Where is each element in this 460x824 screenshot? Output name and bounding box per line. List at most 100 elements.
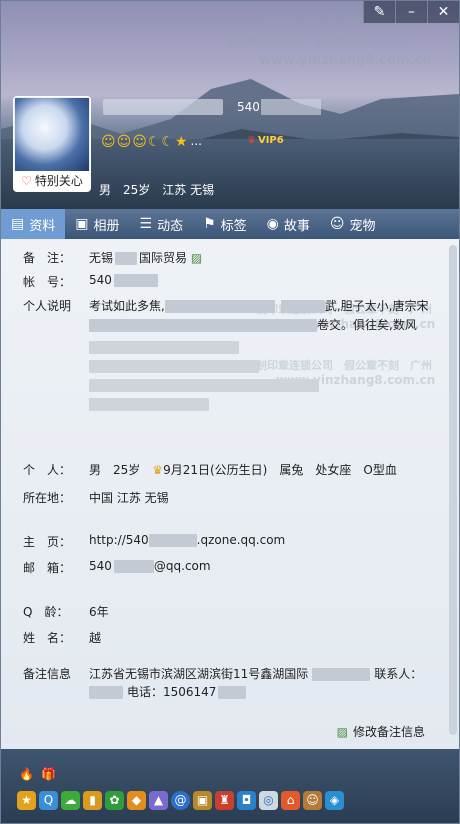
location-label: 所在地： [23,491,72,505]
profile-content: 制印章连锁公司 假公章不刻 广州 www.yinzhang8.com.cn 制印… [1,239,459,749]
shield-icon[interactable]: ◆ [127,791,146,810]
name-value: 越 [89,631,102,645]
personal-age: 25岁 [113,463,141,477]
watermark: www.yinzhang8.com.cn [259,53,432,68]
homepage-link[interactable]: http://540 .qzone.qq.com [89,533,285,550]
note-contact: 联系人： [374,667,423,681]
security-shield-icon[interactable]: ◈ [325,791,344,810]
remark-label: 备 注： [23,251,72,265]
tab-story[interactable]: ◉ 故事 [257,209,320,239]
location-value: 中国 江苏 无锡 [89,491,169,505]
account-label: 帐 号： [23,275,72,289]
desc-row: 个人说明 [23,297,89,314]
qzone-icon[interactable]: Q [39,791,58,810]
tab-feed[interactable]: ☰ 动态 [130,209,194,239]
redacted [89,686,123,699]
nickname-redacted [261,99,321,115]
nickname-redacted [103,99,223,115]
birthday-text: 9月21日(公历生日) [163,463,268,477]
basic-info: 男 25岁 江苏 无锡 [99,181,214,198]
sun-icon: ☺ [132,134,147,150]
tab-label: 宠物 [349,218,376,234]
castle-icon[interactable]: ♜ [215,791,234,810]
minimize-button[interactable]: – [395,1,427,23]
moon-icon: ☾ [147,134,161,150]
email-label: 邮 箱： [23,561,72,575]
vip-badge[interactable]: ♛ VIP6 [247,135,284,146]
name-row: 姓 名： 越 [23,629,101,646]
account-number: 540 [89,273,112,287]
watermark: 制印章连锁公司 假公章不刻 广州 [226,35,402,48]
favorite-button[interactable]: ♡ 特别关心 [14,171,90,191]
tab-label: 相册 [93,218,120,234]
edit-remark-icon[interactable]: ▨ [191,251,202,265]
redacted [280,300,325,313]
bookmark-icon: ⚑ [203,216,216,232]
edit-note-label: 修改备注信息 [352,725,425,739]
tab-label: 资料 [29,218,56,234]
feed-icon: ☰ [139,216,153,232]
profile-card-icon: ▤ [11,216,25,232]
tab-tags[interactable]: ⚑ 标签 [193,209,257,239]
remark-value: 无锡 国际贸易 ▨ [89,249,202,266]
scrollbar[interactable] [449,245,457,735]
redacted [113,560,154,573]
at-icon[interactable]: @ [171,791,190,810]
footer-row-2: ★ Q ☁ ▮ ✿ ◆ ▲ @ ▣ ♜ ◘ ◎ ⌂ ☺ ◈ [17,791,344,810]
app-footer: 🔥 🎁 ★ Q ☁ ▮ ✿ ◆ ▲ @ ▣ ♜ ◘ ◎ ⌂ ☺ ◈ [1,749,459,823]
camera-icon[interactable]: ◘ [237,791,256,810]
house-icon[interactable]: ⌂ [281,791,300,810]
footer-row-1: 🔥 🎁 [17,765,58,784]
redacted [89,319,317,332]
nickname-number: 540 [237,100,260,114]
level-icons[interactable]: ☺ ☺ ☺ ☾ ☾ ★ ... [101,134,202,150]
age: 25岁 [123,183,151,197]
email-suffix: @qq.com [153,559,211,573]
tab-label: 动态 [157,218,184,234]
name-label: 姓 名： [23,631,72,645]
personal-row: 个 人： 男 25岁 ♛9月21日(公历生日) 属兔 处女座 O型血 [23,461,397,478]
note-value: 江苏省无锡市滨湖区湖滨街11号鑫湖国际 联系人： 电话：1506147 [89,665,429,701]
vip-icon: ♛ [247,135,256,146]
zodiac: 属兔 [279,463,304,477]
close-button[interactable]: ✕ [427,1,459,23]
star-sign: 处女座 [315,463,352,477]
chat-bubble-icon[interactable]: ☁ [61,791,80,810]
fire-icon[interactable]: 🔥 [17,765,36,784]
avatar[interactable]: ♡ 特别关心 [13,96,91,192]
desc-value: 考试如此多焦, 武,胆子太小,唐宗宋 卷交。俱往矣,数风 [89,297,429,417]
note-row: 备注信息 江苏省无锡市滨湖区湖滨街11号鑫湖国际 联系人： 电话：1506147 [23,665,429,701]
book-icon[interactable]: ▮ [83,791,102,810]
edit-note-button[interactable]: ▨ 修改备注信息 [337,723,425,740]
box-icon[interactable]: ▣ [193,791,212,810]
gender: 男 [99,183,112,197]
note-address: 江苏省无锡市滨湖区湖滨街11号鑫湖国际 [89,667,309,681]
sun-icon: ☺ [116,134,132,150]
skin-button[interactable]: ✎ [363,1,395,23]
story-icon: ◉ [266,216,279,232]
moon-icon: ☾ [161,134,174,150]
note-label: 备注信息 [23,667,72,681]
pet-face-icon[interactable]: ☺ [303,791,322,810]
album-icon: ▣ [75,216,89,232]
desc-line: 考试如此多焦, 武,胆子太小,唐宗宋 [89,297,429,316]
remark-suffix: 国际贸易 [139,251,188,265]
tab-info[interactable]: ▤ 资料 [1,209,66,239]
clover-icon[interactable]: ✿ [105,791,124,810]
location: 江苏 无锡 [162,183,215,197]
sun-icon: ☺ [101,134,116,150]
desc-label: 个人说明 [23,299,72,313]
window-controls: ✎ – ✕ [363,1,459,23]
eye-icon[interactable]: ◎ [259,791,278,810]
star-app-icon[interactable]: ★ [17,791,36,810]
email-row: 邮 箱： 540 @qq.com [23,559,211,576]
tab-pet[interactable]: ☺ 宠物 [320,209,386,239]
email-link[interactable]: 540 @qq.com [89,559,211,576]
desc-line: 卷交。俱往矣,数风 [89,316,429,335]
homepage-row: 主 页： http://540 .qzone.qq.com [23,533,285,550]
heart-icon: ♡ [21,174,32,188]
tab-album[interactable]: ▣ 相册 [65,209,129,239]
gift-icon[interactable]: 🎁 [39,765,58,784]
game-icon[interactable]: ▲ [149,791,168,810]
location-row: 所在地： 中国 江苏 无锡 [23,489,169,506]
